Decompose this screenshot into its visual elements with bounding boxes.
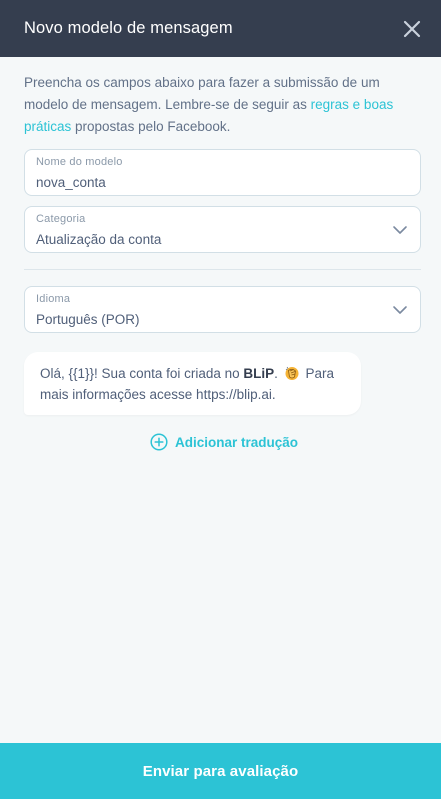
message-preview-bubble: Olá, {{1}}! Sua conta foi criada no BLiP… (24, 352, 361, 415)
plus-circle-icon (150, 433, 168, 451)
message-brand: BLiP (243, 366, 275, 381)
modal-header: Novo modelo de mensagem (0, 0, 441, 57)
message-text-part2: . (274, 366, 282, 381)
language-label: Idioma (36, 293, 71, 305)
divider (24, 269, 421, 270)
language-value: Português (POR) (36, 312, 140, 327)
category-value: Atualização da conta (36, 232, 162, 247)
message-text-part1: Olá, {{1}}! Sua conta foi criada no (40, 366, 244, 381)
chevron-down-icon[interactable] (392, 224, 408, 236)
chevron-down-icon[interactable] (392, 304, 408, 316)
submit-label: Enviar para avaliação (142, 762, 299, 780)
add-translation-label: Adicionar tradução (175, 434, 299, 450)
modal-title: Novo modelo de mensagem (24, 19, 233, 37)
submit-for-review-button[interactable]: Enviar para avaliação (0, 743, 441, 799)
language-select[interactable]: Idioma Português (POR) (24, 286, 421, 333)
clapping-hands-icon (285, 366, 299, 380)
category-select[interactable]: Categoria Atualização da conta (24, 206, 421, 253)
intro-text: Preencha os campos abaixo para fazer a s… (24, 72, 421, 138)
close-button[interactable] (400, 17, 424, 41)
close-icon (403, 20, 421, 37)
template-name-field[interactable]: Nome do modelo nova_conta (24, 149, 421, 196)
template-name-label: Nome do modelo (36, 156, 123, 168)
category-label: Categoria (36, 213, 86, 225)
template-name-input[interactable]: nova_conta (36, 174, 409, 192)
intro-section: Preencha os campos abaixo para fazer a s… (24, 72, 421, 138)
add-translation-button[interactable]: Adicionar tradução (150, 432, 298, 452)
intro-text-after: propostas pelo Facebook. (71, 119, 231, 134)
